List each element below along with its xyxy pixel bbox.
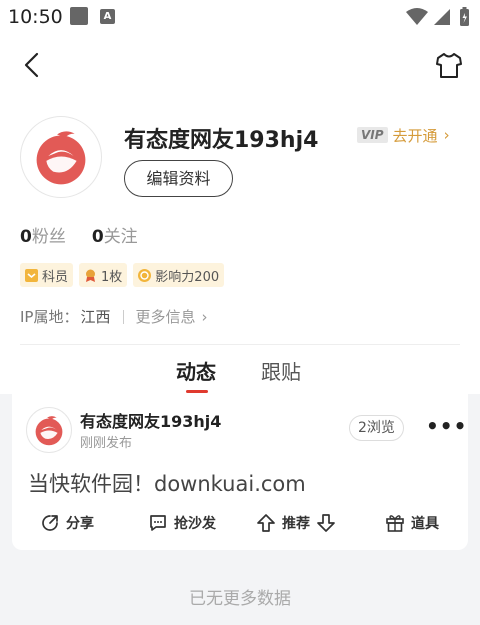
profile-username: 有态度网友193hj4 — [124, 128, 319, 153]
vip-open-label: 去开通 — [392, 126, 438, 145]
share-button[interactable]: 分享 — [40, 510, 94, 536]
status-bar: 10:50 A — [0, 0, 480, 36]
comment-button[interactable]: 抢沙发 — [148, 510, 216, 536]
recommend-vote: 推荐 — [256, 510, 336, 536]
wifi-icon — [406, 8, 428, 25]
profile-avatar[interactable] — [20, 116, 102, 198]
badge-rank[interactable]: 科员 — [20, 263, 74, 287]
system-status-icons — [406, 7, 469, 26]
signal-icon — [434, 9, 450, 25]
edit-profile-button[interactable]: 编辑资料 — [124, 160, 233, 197]
comment-icon — [150, 515, 166, 531]
chevron-right-icon: › — [201, 307, 208, 326]
post-avatar[interactable] — [26, 407, 72, 453]
medal-icon — [86, 269, 96, 282]
badge-influence[interactable]: 影响力200 — [133, 263, 225, 287]
divider — [122, 309, 124, 324]
downvote-icon[interactable] — [316, 513, 336, 533]
post-timestamp: 刚刚发布 — [80, 436, 133, 451]
vip-open-link[interactable]: VIP 去开通 › — [357, 124, 450, 146]
post-content[interactable]: 当快软件园！downkuai.com — [28, 468, 306, 498]
netease-logo-icon — [35, 416, 63, 446]
active-tab-indicator — [186, 390, 208, 393]
ip-location-row: IP属地： 江西 更多信息 › — [20, 306, 208, 327]
vip-tag: VIP — [357, 127, 388, 143]
share-icon — [42, 515, 58, 531]
ip-value: 江西 — [80, 308, 111, 326]
status-time: 10:50 — [8, 6, 63, 28]
profile-badges: 科员 1枚 影响力200 — [20, 263, 225, 287]
netease-logo-icon — [36, 131, 86, 185]
notification-square-icon — [70, 7, 88, 25]
influence-icon — [138, 268, 152, 282]
content-tabs: 动态 跟贴 — [0, 356, 480, 396]
shirt-icon[interactable] — [434, 50, 464, 80]
tools-button[interactable]: 道具 — [385, 510, 439, 536]
rank-badge-icon — [25, 268, 38, 282]
notification-app-icon: A — [100, 9, 115, 24]
gift-icon — [386, 515, 404, 532]
tab-activity[interactable]: 动态 — [176, 356, 216, 385]
post-username[interactable]: 有态度网友193hj4 — [80, 408, 221, 432]
post-actions: 分享 抢沙发 推荐 道具 — [0, 510, 480, 536]
badge-medal[interactable]: 1枚 — [79, 263, 128, 287]
ip-label: IP属地： — [20, 308, 79, 326]
followers-stat[interactable]: 0粉丝 — [20, 222, 66, 247]
chevron-right-icon: › — [443, 126, 450, 144]
upvote-icon[interactable] — [256, 513, 276, 533]
tab-comments[interactable]: 跟贴 — [261, 356, 301, 385]
top-nav — [0, 40, 480, 90]
following-stat[interactable]: 0关注 — [92, 222, 138, 247]
more-info-link[interactable]: 更多信息 — [136, 306, 196, 327]
divider — [20, 344, 460, 345]
back-icon[interactable] — [18, 50, 46, 80]
more-options-icon[interactable]: ••• — [426, 414, 467, 438]
profile-stats: 0粉丝 0关注 — [20, 222, 138, 247]
no-more-data-text: 已无更多数据 — [189, 589, 291, 609]
view-count-badge: 2浏览 — [349, 415, 404, 441]
